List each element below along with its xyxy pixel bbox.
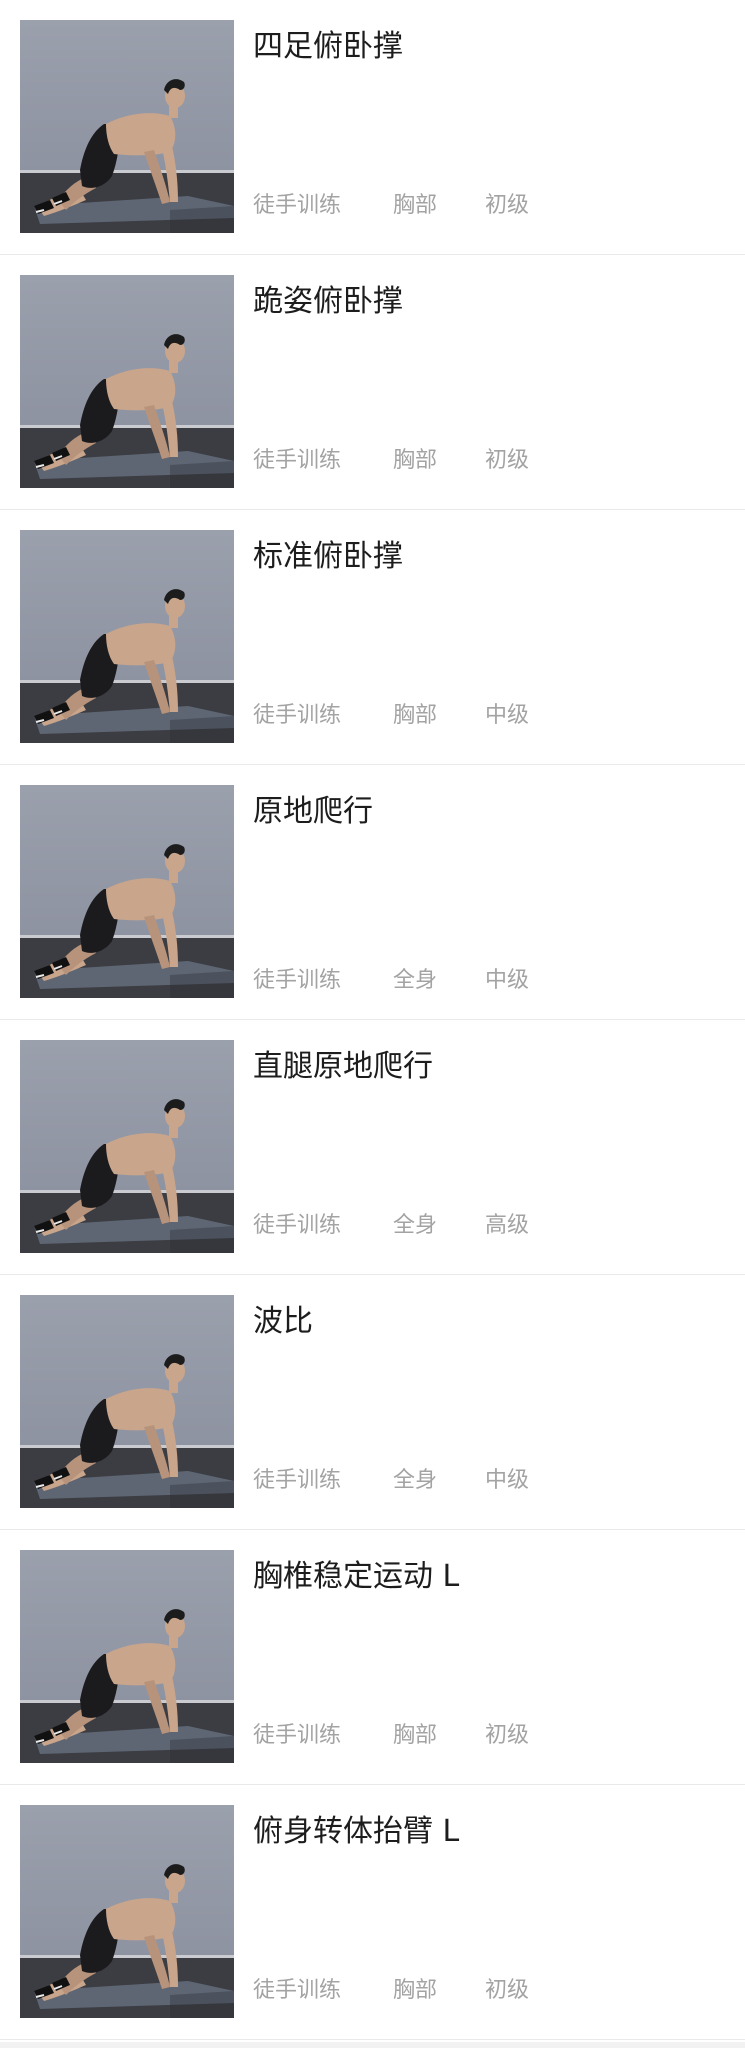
training-type-tag: 徒手训练	[253, 1213, 342, 1238]
exercise-title: 胸椎稳定运动 L	[253, 1559, 460, 1594]
exercise-item[interactable]: 四足俯卧撑 徒手训练 胸部 初级	[0, 0, 745, 255]
exercise-title: 标准俯卧撑	[253, 539, 403, 574]
bottom-edge	[0, 2042, 745, 2048]
exercise-item[interactable]: 标准俯卧撑 徒手训练 胸部 中级	[0, 510, 745, 765]
exercise-thumbnail	[20, 20, 234, 233]
difficulty-level-tag: 高级	[485, 1213, 530, 1238]
body-part-tag: 胸部	[393, 703, 438, 728]
exercise-title: 跪姿俯卧撑	[253, 284, 403, 319]
exercise-thumbnail	[20, 530, 234, 743]
exercise-title: 俯身转体抬臂 L	[253, 1814, 460, 1849]
exercise-item[interactable]: 波比 徒手训练 全身 中级	[0, 1275, 745, 1530]
training-type-tag: 徒手训练	[253, 1723, 342, 1748]
exercise-title: 四足俯卧撑	[253, 29, 403, 64]
exercise-thumbnail	[20, 785, 234, 998]
exercise-title: 直腿原地爬行	[253, 1049, 433, 1084]
training-type-tag: 徒手训练	[253, 193, 342, 218]
exercise-thumbnail	[20, 1550, 234, 1763]
difficulty-level-tag: 初级	[485, 1978, 530, 2003]
exercise-title: 原地爬行	[253, 794, 373, 829]
exercise-item[interactable]: 胸椎稳定运动 L 徒手训练 胸部 初级	[0, 1530, 745, 1785]
difficulty-level-tag: 初级	[485, 448, 530, 473]
body-part-tag: 胸部	[393, 448, 438, 473]
body-part-tag: 胸部	[393, 1978, 438, 2003]
difficulty-level-tag: 初级	[485, 193, 530, 218]
body-part-tag: 全身	[393, 968, 438, 993]
exercise-title: 波比	[253, 1304, 313, 1339]
training-type-tag: 徒手训练	[253, 1468, 342, 1493]
body-part-tag: 胸部	[393, 193, 438, 218]
exercise-thumbnail	[20, 1805, 234, 2018]
training-type-tag: 徒手训练	[253, 1978, 342, 2003]
body-part-tag: 胸部	[393, 1723, 438, 1748]
exercise-item[interactable]: 原地爬行 徒手训练 全身 中级	[0, 765, 745, 1020]
exercise-thumbnail	[20, 1295, 234, 1508]
difficulty-level-tag: 初级	[485, 1723, 530, 1748]
exercise-thumbnail	[20, 275, 234, 488]
exercise-item[interactable]: 跪姿俯卧撑 徒手训练 胸部 初级	[0, 255, 745, 510]
exercise-list: 四足俯卧撑 徒手训练 胸部 初级 跪姿俯卧撑 徒手训练 胸部 初级 标准俯卧撑 …	[0, 0, 745, 2048]
body-part-tag: 全身	[393, 1468, 438, 1493]
training-type-tag: 徒手训练	[253, 448, 342, 473]
exercise-thumbnail	[20, 1040, 234, 1253]
training-type-tag: 徒手训练	[253, 968, 342, 993]
exercise-item[interactable]: 直腿原地爬行 徒手训练 全身 高级	[0, 1020, 745, 1275]
difficulty-level-tag: 中级	[485, 1468, 530, 1493]
difficulty-level-tag: 中级	[485, 968, 530, 993]
exercise-item[interactable]: 俯身转体抬臂 L 徒手训练 胸部 初级	[0, 1785, 745, 2040]
training-type-tag: 徒手训练	[253, 703, 342, 728]
difficulty-level-tag: 中级	[485, 703, 530, 728]
body-part-tag: 全身	[393, 1213, 438, 1238]
